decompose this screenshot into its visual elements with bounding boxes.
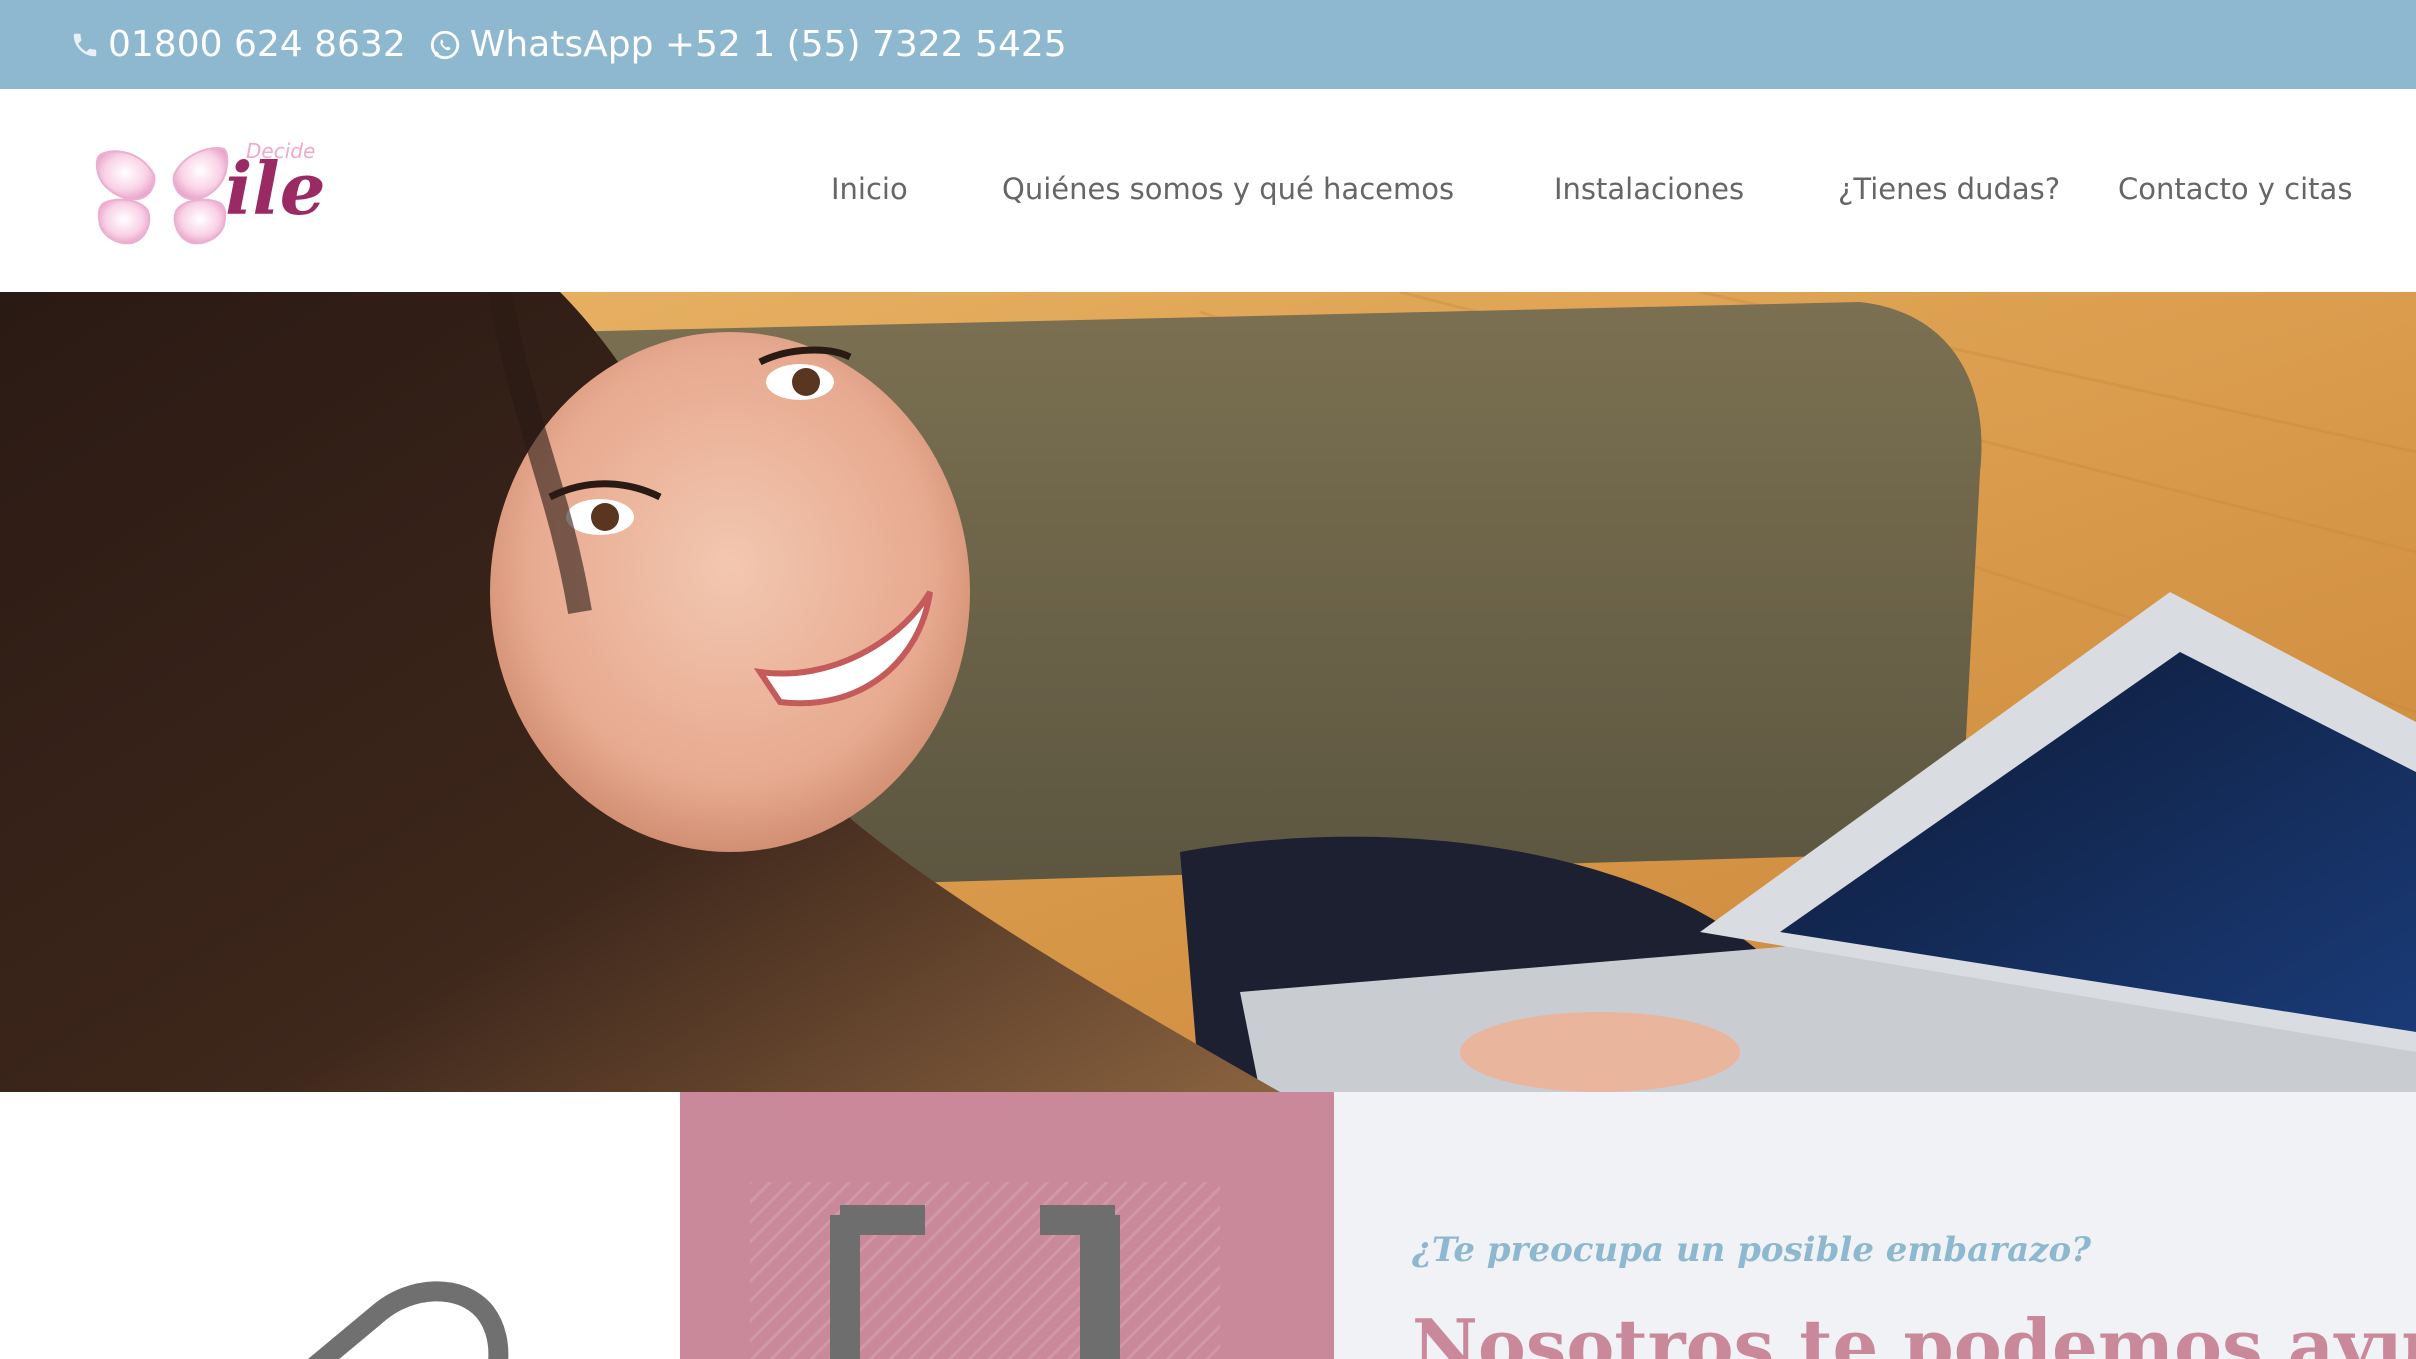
feature-column-2: [680, 1092, 1334, 1359]
feature-column-1: [0, 1092, 680, 1359]
intro-heading: Nosotros te podemos ayudar: [1412, 1303, 2416, 1359]
intro-text-panel: ¿Te preocupa un posible embarazo? Nosotr…: [1334, 1092, 2416, 1359]
intro-section: ¿Te preocupa un posible embarazo? Nosotr…: [0, 1092, 2416, 1359]
phone-number: 01800 624 8632: [108, 24, 406, 65]
top-contact-bar: 01800 624 8632 WhatsApp +52 1 (55) 7322 …: [0, 0, 2416, 89]
nav-item-quienes-somos[interactable]: Quiénes somos y qué hacemos: [1002, 172, 1454, 206]
hero-image: [0, 292, 2416, 1092]
hero-photo: [0, 292, 2416, 1092]
intro-question: ¿Te preocupa un posible embarazo?: [1412, 1230, 2092, 1270]
whatsapp-contact[interactable]: WhatsApp +52 1 (55) 7322 5425: [428, 24, 1067, 65]
whatsapp-number: WhatsApp +52 1 (55) 7322 5425: [469, 24, 1067, 65]
phone-icon: [73, 33, 97, 56]
nav-item-inicio[interactable]: Inicio: [831, 172, 908, 206]
nav-item-instalaciones[interactable]: Instalaciones: [1554, 172, 1744, 206]
main-nav: Inicio Quiénes somos y qué hacemos Insta…: [0, 89, 2416, 292]
site-header: Decide ile Inicio Quiénes somos y qué ha…: [0, 89, 2416, 292]
tag-icon: [307, 1281, 509, 1359]
magnet-icon: [830, 1205, 1120, 1359]
whatsapp-icon: [430, 30, 459, 59]
phone-contact[interactable]: 01800 624 8632: [70, 24, 406, 65]
nav-item-tienes-dudas[interactable]: ¿Tienes dudas?: [1838, 172, 2060, 206]
nav-item-contacto[interactable]: Contacto y citas: [2118, 172, 2352, 206]
